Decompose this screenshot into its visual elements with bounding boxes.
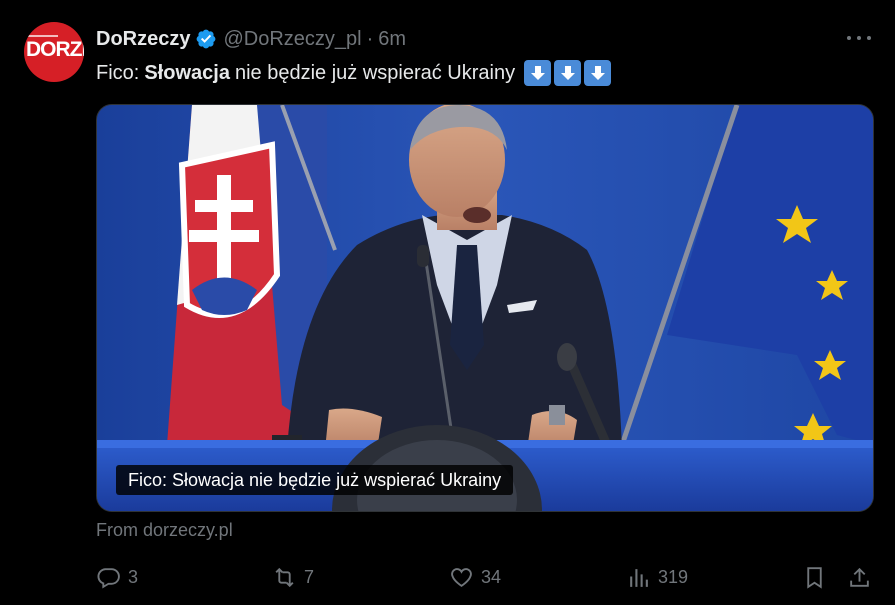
down-arrow-emoji-icon (584, 60, 612, 86)
bookmark-button[interactable] (802, 562, 827, 592)
avatar-line (28, 35, 58, 37)
tweet: DORZE DoRzeczy @DoRzeczy_pl · 6m Fico: S… (0, 0, 895, 605)
retweet-icon (275, 567, 294, 587)
more-dot (847, 36, 851, 40)
author-name[interactable]: DoRzeczy (96, 28, 190, 51)
separator-dot: · (366, 27, 374, 50)
verified-badge-icon (197, 29, 216, 49)
avatar-logo-text: DORZE (26, 38, 84, 61)
heart-icon (451, 567, 472, 587)
press-conference-photo (97, 105, 873, 511)
more-options-icon[interactable] (847, 28, 871, 48)
retweet-count: 7 (304, 566, 315, 587)
reply-count: 3 (128, 566, 139, 587)
tweet-text-rest: nie będzie już wspierać Ukrainy (234, 61, 516, 84)
down-arrow-emoji-icon (554, 60, 582, 86)
tweet-header: DoRzeczy @DoRzeczy_pl · 6m (96, 27, 406, 51)
views-chart-icon (630, 568, 648, 587)
tweet-text-prefix: Fico: (96, 61, 140, 84)
like-count: 34 (481, 566, 502, 587)
timestamp[interactable]: 6m (378, 28, 406, 51)
more-dot (867, 36, 871, 40)
author-handle[interactable]: @DoRzeczy_pl (223, 28, 361, 51)
avatar[interactable]: DORZE (24, 22, 84, 82)
video-caption: Fico: Słowacja nie będzie już wspierać U… (116, 465, 514, 495)
like-button[interactable]: 34 (449, 562, 501, 592)
bookmark-icon (807, 566, 822, 589)
action-bar: 3 7 34 319 (96, 562, 876, 592)
tweet-text: Fico: Słowacja nie będzie już wspierać U… (96, 60, 612, 86)
views-count: 319 (658, 566, 689, 587)
more-dot (857, 36, 861, 40)
media-card[interactable]: Fico: Słowacja nie będzie już wspierać U… (96, 104, 874, 512)
reply-button[interactable]: 3 (96, 562, 138, 592)
down-arrow-emoji-icon (524, 60, 552, 86)
link-source[interactable]: From dorzeczy.pl (96, 520, 233, 541)
views-button[interactable]: 319 (626, 562, 688, 592)
share-icon (850, 567, 869, 587)
reply-icon (97, 567, 120, 589)
tweet-text-bold: Słowacja (144, 61, 230, 84)
retweet-button[interactable]: 7 (272, 562, 314, 592)
share-button[interactable] (847, 562, 872, 592)
emoji-group (524, 60, 612, 86)
